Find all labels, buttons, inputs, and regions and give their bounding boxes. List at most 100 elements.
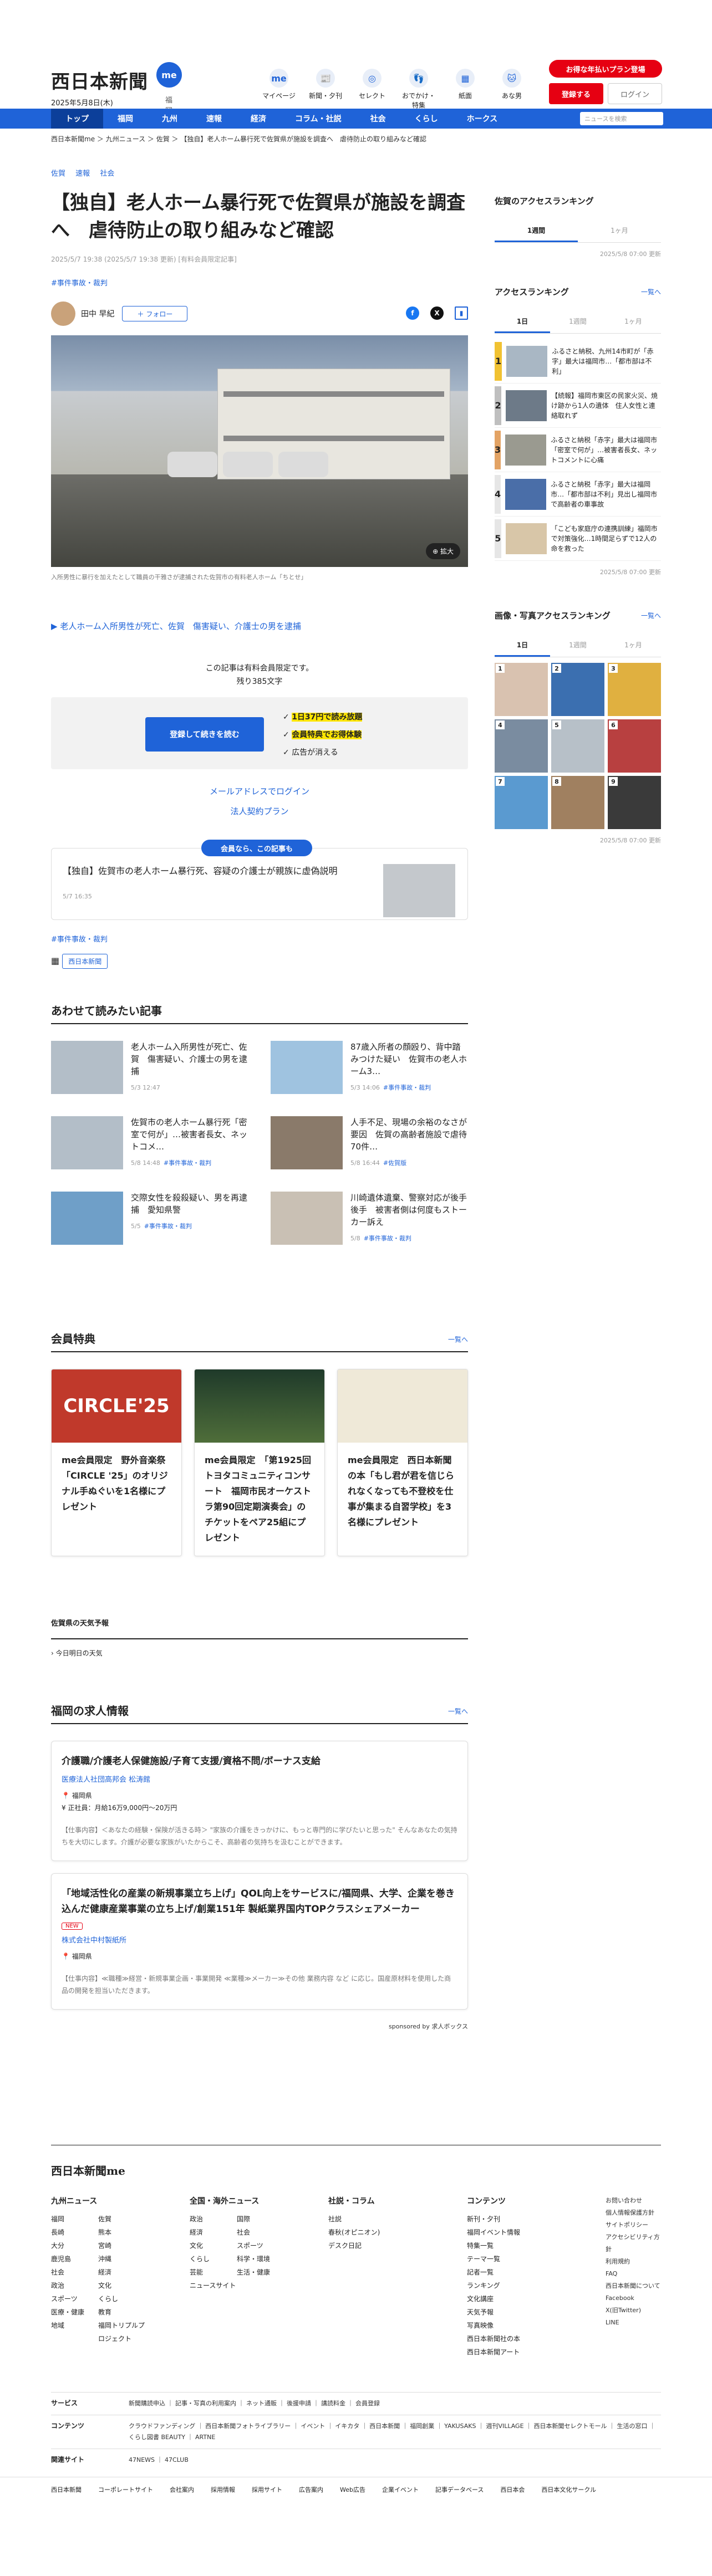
header-icon-shimen[interactable]: ▦ 紙面: [447, 69, 484, 110]
footer-link[interactable]: 会社案内: [170, 2485, 194, 2494]
footer-link[interactable]: スポーツ: [237, 2239, 284, 2252]
footer-link[interactable]: 地域: [51, 2319, 98, 2345]
footer-link[interactable]: 佐賀: [98, 2212, 145, 2226]
x-icon[interactable]: X: [430, 306, 444, 320]
photo-thumb[interactable]: 5: [551, 719, 604, 773]
nav-column[interactable]: コラム・社説: [281, 109, 356, 129]
footer-link[interactable]: 個人情報保護方針: [606, 2207, 661, 2219]
footer-link[interactable]: 写真映像: [467, 2319, 561, 2332]
list-item[interactable]: 87歳入所者の顔殴り、背中踏みつけた疑い 佐賀市の老人ホーム3… 5/3 14:0…: [271, 1041, 468, 1096]
tab-1week[interactable]: 1週間: [495, 220, 578, 242]
ranking-item[interactable]: 2 【続報】福岡市東区の民家火災、焼け跡から1人の遺体 住人女性と連絡取れず: [495, 384, 661, 428]
footer-link[interactable]: 特集一覧: [467, 2239, 561, 2252]
footer-link[interactable]: 採用情報: [211, 2485, 235, 2494]
article-photo[interactable]: ⊕ 拡大: [51, 335, 468, 567]
footer-link[interactable]: 政治: [190, 2212, 237, 2226]
login-button[interactable]: ログイン: [608, 83, 662, 104]
nav-shakai[interactable]: 社会: [356, 109, 400, 129]
author-name[interactable]: 田中 早紀: [81, 308, 114, 319]
email-login-link[interactable]: メールアドレスでログイン: [51, 781, 468, 801]
footer-link[interactable]: 文化: [190, 2239, 237, 2252]
article-category-bottom[interactable]: #事件事故・裁判: [51, 933, 468, 944]
nav-fukuoka[interactable]: 福岡: [103, 109, 148, 129]
footer-link[interactable]: 鹿児島: [51, 2252, 98, 2266]
footer-link[interactable]: 社会: [51, 2266, 98, 2279]
footer-link[interactable]: 新刊・夕刊: [467, 2212, 561, 2226]
benefit-card[interactable]: CIRCLE'25 me会員限定 野外音楽祭「CIRCLE '25」のオリジナル…: [51, 1369, 182, 1556]
nav-sokuho[interactable]: 速報: [192, 109, 236, 129]
benefits-more-link[interactable]: 一覧へ: [448, 1335, 468, 1344]
subscribe-button[interactable]: 登録して続きを読む: [145, 717, 264, 752]
footer-link[interactable]: 記者一覧: [467, 2266, 561, 2279]
footer-link[interactable]: 長崎: [51, 2226, 98, 2239]
header-icon-outing[interactable]: 👣 おでかけ・特集: [400, 69, 437, 110]
search-input[interactable]: ニュースを検索: [580, 112, 663, 125]
footer-link[interactable]: 沖縄: [98, 2252, 145, 2266]
footer-link[interactable]: 教育: [98, 2306, 145, 2319]
tab-1week[interactable]: 1週間: [550, 311, 606, 333]
footer-link[interactable]: 文化講座: [467, 2292, 561, 2306]
list-item[interactable]: 人手不足、現場の余裕のなさが要因 佐賀の高齢者施設で虐待70件… 5/8 16:4…: [271, 1116, 468, 1172]
footer-link[interactable]: 福岡イベント情報: [467, 2226, 561, 2239]
nav-hawks[interactable]: ホークス: [452, 109, 512, 129]
footer-link[interactable]: 天気予報: [467, 2306, 561, 2319]
footer-link[interactable]: コーポレートサイト: [98, 2485, 153, 2494]
footer-link[interactable]: 芸能: [190, 2266, 237, 2279]
footer-link[interactable]: 社会: [237, 2226, 284, 2239]
footer-link[interactable]: 福岡トリプルプロジェクト: [98, 2319, 145, 2345]
footer-link[interactable]: 西日本新聞社の本: [467, 2332, 561, 2345]
footer-link[interactable]: 春秋(オピニオン): [328, 2226, 423, 2239]
nav-top[interactable]: トップ: [51, 109, 103, 129]
photo-thumb[interactable]: 4: [495, 719, 548, 773]
list-item[interactable]: 老人ホーム入所男性が死亡、佐賀 傷害疑い、介護士の男を逮捕 5/3 12:47: [51, 1041, 248, 1096]
photo-thumb[interactable]: 6: [608, 719, 661, 773]
footer-link[interactable]: お問い合わせ: [606, 2195, 661, 2207]
footer-link[interactable]: 経済: [98, 2266, 145, 2279]
footer-link[interactable]: スポーツ: [51, 2292, 98, 2306]
photo-thumb[interactable]: 7: [495, 776, 548, 829]
jobs-more-link[interactable]: 一覧へ: [448, 1706, 468, 1716]
footer-link[interactable]: 利用規約: [606, 2256, 661, 2268]
list-item[interactable]: 交際女性を殺殺疑い、男を再逮捕 愛知県警 5/5 #事件事故・裁判: [51, 1192, 248, 1247]
footer-link[interactable]: X(旧Twitter): [606, 2304, 661, 2317]
footer-link[interactable]: Facebook: [606, 2292, 661, 2304]
sponsor-label[interactable]: sponsored by 求人ボックス: [51, 2022, 468, 2031]
follow-button[interactable]: ＋ フォロー: [122, 306, 188, 321]
tag-sokuho[interactable]: 速報: [75, 170, 90, 178]
footer-link[interactable]: サイトポリシー: [606, 2219, 661, 2231]
footer-link[interactable]: LINE: [606, 2317, 661, 2329]
footer-link[interactable]: 文化: [98, 2279, 145, 2292]
footer-link[interactable]: 西日本文化サークル: [541, 2485, 596, 2494]
footer-link[interactable]: 熊本: [98, 2226, 145, 2239]
nav-kyushu[interactable]: 九州: [148, 109, 192, 129]
photo-ranking-more-link[interactable]: 一覧へ: [641, 611, 661, 620]
bookmark-icon[interactable]: ▮: [455, 306, 468, 320]
footer-link[interactable]: くらし: [190, 2252, 237, 2266]
job-card[interactable]: 介護職/介護老人保健施設/子育て支援/資格不問/ボーナス支給 医療法人社団高邦会…: [51, 1741, 468, 1861]
corporate-plan-link[interactable]: 法人契約プラン: [51, 801, 468, 821]
footer-link[interactable]: テーマ一覧: [467, 2252, 561, 2266]
source-badge[interactable]: 西日本新聞: [62, 954, 108, 969]
footer-link[interactable]: くらし: [98, 2292, 145, 2306]
facebook-icon[interactable]: f: [406, 306, 419, 320]
promo-pill[interactable]: お得な年払いプラン登場: [549, 60, 662, 78]
footer-link[interactable]: 宮崎: [98, 2239, 145, 2252]
job-card[interactable]: 「地域活性化の産業の新規事業立ち上げ」QOL向上をサービスに/福岡県、大学、企業…: [51, 1873, 468, 2010]
footer-link[interactable]: 福岡: [51, 2212, 98, 2226]
footer-link[interactable]: 採用サイト: [252, 2485, 282, 2494]
register-button[interactable]: 登録する: [549, 83, 603, 104]
ranking-item[interactable]: 3 ふるさと納税「赤字」最大は福岡市 「密室で何が」…被害者長女、ネットコメントに…: [495, 428, 664, 472]
footer-link[interactable]: 国際: [237, 2212, 284, 2226]
site-logo[interactable]: 西日本新聞 me 2025年5月8日(木) 福岡: [51, 62, 182, 115]
footer-link[interactable]: アクセシビリティ方針: [606, 2231, 661, 2256]
ranking-item[interactable]: 4 ふるさと納税「赤字」最大は福岡市…「都市部は不利」見出し福岡市で高齢者の車事故: [495, 472, 661, 517]
footer-link[interactable]: ニュースサイト: [190, 2279, 237, 2292]
list-item[interactable]: 佐賀市の老人ホーム暴行死「密室で何が」…被害者長女、ネットコメ… 5/8 14:4…: [51, 1116, 248, 1172]
footer-link[interactable]: 広告案内: [299, 2485, 323, 2494]
footer-link[interactable]: 生活・健康: [237, 2266, 284, 2279]
breadcrumb[interactable]: 西日本新聞me ＞ 九州ニュース ＞ 佐賀 ＞ 【独自】老人ホーム暴行死で佐賀県…: [0, 129, 712, 145]
avatar[interactable]: [51, 301, 75, 326]
photo-thumb[interactable]: 8: [551, 776, 604, 829]
tag-shakai[interactable]: 社会: [100, 170, 114, 178]
photo-thumb[interactable]: 1: [495, 663, 548, 716]
